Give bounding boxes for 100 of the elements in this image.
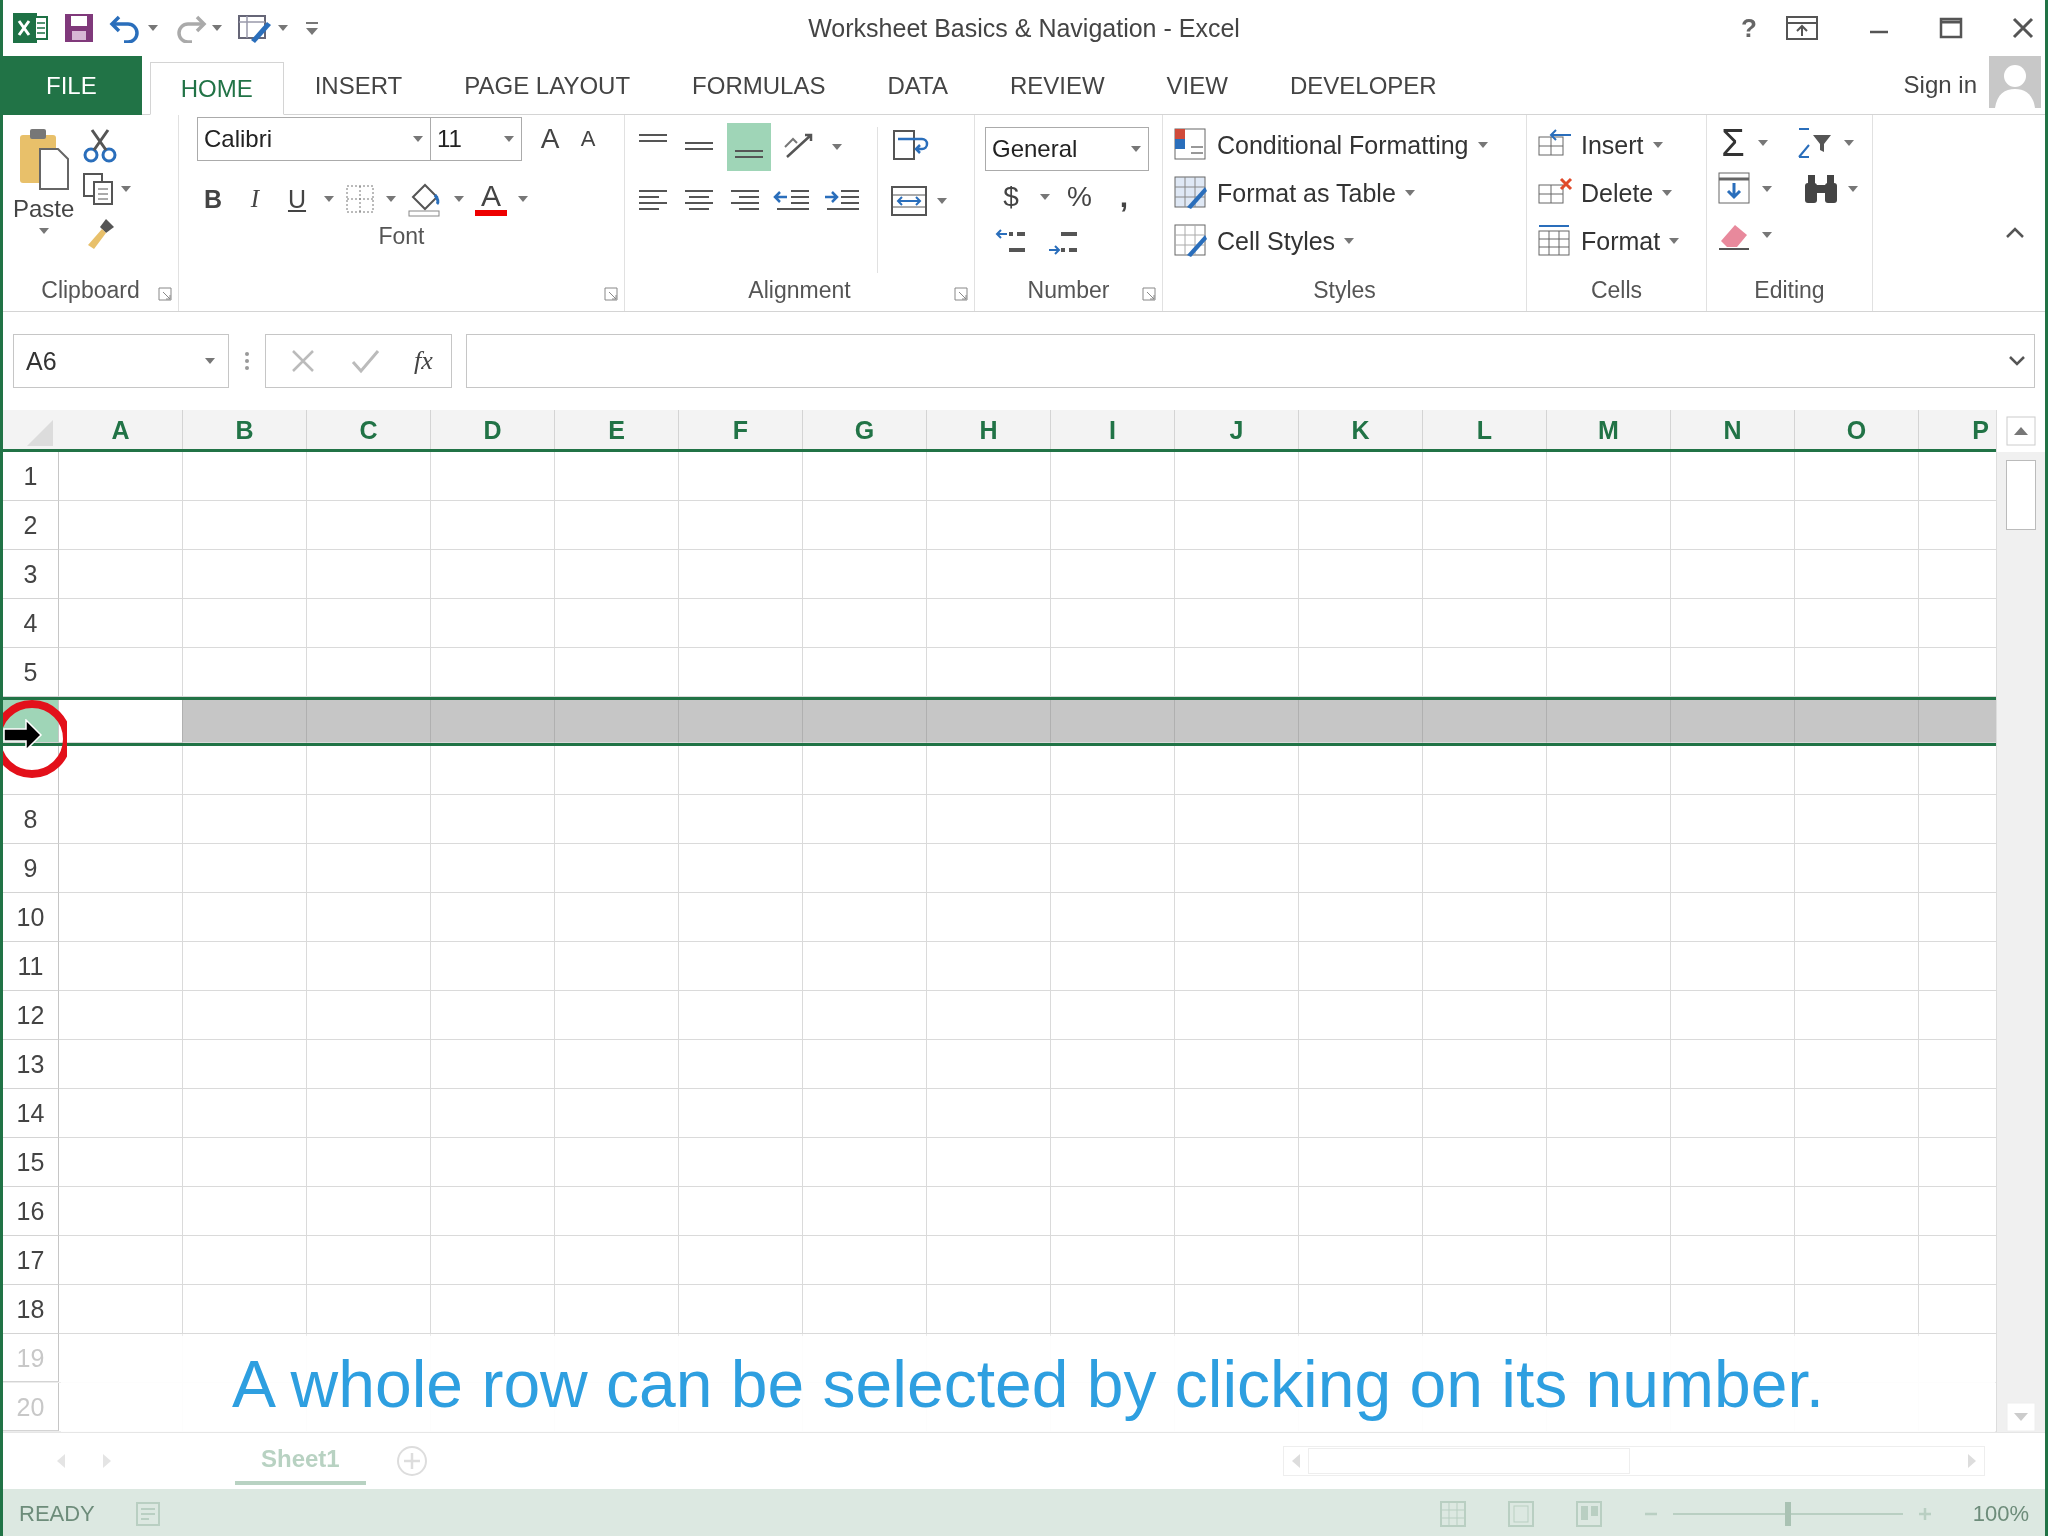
- caret-icon[interactable]: [412, 135, 424, 143]
- grid-cell[interactable]: [1795, 452, 1919, 501]
- grid-cell[interactable]: [1547, 1040, 1671, 1089]
- row-header[interactable]: 11: [3, 942, 59, 991]
- grid-cell[interactable]: [59, 648, 183, 697]
- grid-cell[interactable]: [1795, 746, 1919, 795]
- grid-cell[interactable]: [431, 1089, 555, 1138]
- grid-cell[interactable]: [555, 1187, 679, 1236]
- grid-cell[interactable]: [1423, 648, 1547, 697]
- grid-cell[interactable]: [1423, 1285, 1547, 1334]
- caret-icon[interactable]: [211, 24, 223, 32]
- grid-cell[interactable]: [1795, 844, 1919, 893]
- caret-icon[interactable]: [1761, 231, 1773, 239]
- grid-cell[interactable]: [1795, 700, 1919, 743]
- grid-cell[interactable]: [431, 893, 555, 942]
- grid-cell[interactable]: [1051, 700, 1175, 743]
- grid-cell[interactable]: [1423, 1089, 1547, 1138]
- grid-cell[interactable]: [1051, 893, 1175, 942]
- grid-cell[interactable]: [1547, 1187, 1671, 1236]
- autosum-button[interactable]: Σ: [1717, 121, 1749, 165]
- grid-cell[interactable]: [59, 942, 183, 991]
- grid-cell[interactable]: [307, 991, 431, 1040]
- caret-icon[interactable]: [1843, 139, 1855, 147]
- grid-cell[interactable]: [1175, 1138, 1299, 1187]
- form-brush-icon[interactable]: [237, 12, 273, 44]
- grid-cell[interactable]: [927, 1138, 1051, 1187]
- ribbon-tab[interactable]: FORMULAS: [661, 56, 857, 115]
- caret-icon[interactable]: [1130, 145, 1142, 153]
- grid-cell[interactable]: [1547, 1138, 1671, 1187]
- caret-icon[interactable]: [147, 24, 159, 32]
- grid-cell[interactable]: [1051, 550, 1175, 599]
- horizontal-scrollbar[interactable]: [1283, 1446, 1985, 1476]
- row-header[interactable]: 12: [3, 991, 59, 1040]
- grid-cell[interactable]: [1175, 700, 1299, 743]
- caret-icon[interactable]: [1661, 189, 1674, 197]
- grid-cell[interactable]: [1175, 1285, 1299, 1334]
- column-header[interactable]: A: [59, 410, 183, 449]
- column-header[interactable]: L: [1423, 410, 1547, 449]
- column-header[interactable]: J: [1175, 410, 1299, 449]
- caret-icon[interactable]: [1757, 139, 1769, 147]
- grid-cell[interactable]: [679, 648, 803, 697]
- grid-cell[interactable]: [679, 1089, 803, 1138]
- grid-cell[interactable]: [1299, 1089, 1423, 1138]
- copy-icon[interactable]: [82, 172, 115, 206]
- grid-cell[interactable]: [555, 452, 679, 501]
- grid-cell[interactable]: [803, 893, 927, 942]
- more-options-icon[interactable]: [243, 349, 251, 373]
- grid-cell[interactable]: [183, 746, 307, 795]
- grid-cell[interactable]: [1175, 1236, 1299, 1285]
- caret-icon[interactable]: [1651, 141, 1664, 149]
- caret-icon[interactable]: [120, 185, 133, 193]
- grid-cell[interactable]: [183, 452, 307, 501]
- selected-row[interactable]: [3, 697, 1996, 746]
- grid-cell[interactable]: [1795, 1285, 1919, 1334]
- grid-cell[interactable]: [555, 501, 679, 550]
- grid-cell[interactable]: [1051, 1138, 1175, 1187]
- grid-cell[interactable]: [307, 550, 431, 599]
- grid-cell[interactable]: [555, 893, 679, 942]
- merge-center-icon[interactable]: [890, 183, 930, 219]
- grid-cell[interactable]: [307, 844, 431, 893]
- grid-cell[interactable]: [1547, 452, 1671, 501]
- grid-cell[interactable]: [1299, 550, 1423, 599]
- grid-cell[interactable]: [1423, 1040, 1547, 1089]
- bold-button[interactable]: B: [197, 184, 229, 214]
- maximize-icon[interactable]: [1939, 16, 1963, 40]
- grid-cell[interactable]: [679, 452, 803, 501]
- grid-cell[interactable]: [927, 599, 1051, 648]
- grid-cell[interactable]: [1671, 1236, 1795, 1285]
- grid-cell[interactable]: [1671, 844, 1795, 893]
- grid-cell[interactable]: [1795, 599, 1919, 648]
- grid-cell[interactable]: [1299, 795, 1423, 844]
- grid-cell[interactable]: [1547, 599, 1671, 648]
- grid-cell[interactable]: [679, 1236, 803, 1285]
- grid-cell[interactable]: [1671, 1138, 1795, 1187]
- caret-icon[interactable]: [323, 195, 335, 203]
- grid-cell[interactable]: [679, 1138, 803, 1187]
- grid-cell[interactable]: [927, 452, 1051, 501]
- grid-cell[interactable]: [1175, 893, 1299, 942]
- grid-cell[interactable]: [1547, 700, 1671, 743]
- grid-cell[interactable]: [183, 795, 307, 844]
- grid-cell[interactable]: [1051, 1285, 1175, 1334]
- grid-cell[interactable]: [927, 942, 1051, 991]
- close-icon[interactable]: [2011, 16, 2035, 40]
- grid-cell[interactable]: [555, 1040, 679, 1089]
- grid-cell[interactable]: [1051, 795, 1175, 844]
- grid-cell[interactable]: [1671, 942, 1795, 991]
- grid-cell[interactable]: [1175, 648, 1299, 697]
- comma-style-button[interactable]: ,: [1107, 180, 1140, 214]
- grid-cell[interactable]: [803, 1236, 927, 1285]
- grid-cell[interactable]: [803, 942, 927, 991]
- column-header[interactable]: I: [1051, 410, 1175, 449]
- grid-cell[interactable]: [1423, 550, 1547, 599]
- grid-cell[interactable]: [59, 599, 183, 648]
- grid-cell[interactable]: [307, 1285, 431, 1334]
- fill-bucket-icon[interactable]: [407, 181, 443, 217]
- grid-cell[interactable]: [183, 599, 307, 648]
- grid-cell[interactable]: [927, 1187, 1051, 1236]
- font-name-field[interactable]: Calibri: [197, 117, 431, 161]
- grid-cell[interactable]: [1795, 942, 1919, 991]
- ribbon-tab[interactable]: DATA: [856, 56, 979, 115]
